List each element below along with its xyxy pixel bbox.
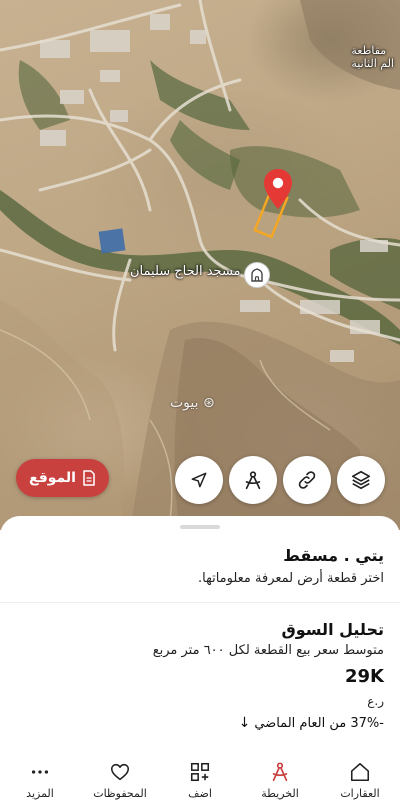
more-dots-icon [28, 760, 52, 784]
navigation-arrow-icon [191, 472, 207, 488]
bottom-navigation: العقارات الخريطة اضف المحفوظات المزيد [0, 752, 400, 812]
divider [0, 602, 400, 603]
nav-label-saved: المحفوظات [93, 787, 147, 800]
satellite-map[interactable]: مقاطعة الم الثانية مسجد الحاج سليمان ⊛ ب… [0, 0, 400, 530]
sheet-drag-handle[interactable] [180, 525, 220, 529]
region-label-line2: الم الثانية [351, 57, 394, 70]
nav-label-map: الخريطة [261, 787, 299, 800]
layers-button[interactable] [337, 456, 385, 504]
mosque-marker[interactable] [244, 262, 270, 288]
region-label: مقاطعة الم الثانية [351, 44, 394, 70]
price-change-row: ر.ع [359, 694, 384, 708]
share-link-button[interactable] [283, 456, 331, 504]
measure-button[interactable] [229, 456, 277, 504]
nav-item-saved[interactable]: المحفوظات [80, 752, 160, 800]
nav-item-properties[interactable]: العقارات [320, 752, 400, 800]
location-button[interactable]: الموقع [16, 459, 109, 497]
price-value: 29K [345, 666, 384, 687]
nav-label-properties: العقارات [340, 787, 380, 800]
market-analysis-description: متوسط سعر بيع القطعة لكل ٦٠٠ متر مربع [152, 643, 384, 658]
measure-icon [245, 471, 261, 490]
mosque-icon [251, 268, 263, 282]
yearly-change-text: -37% من العام الماضي [254, 715, 384, 731]
heart-icon [108, 760, 132, 784]
nav-item-map[interactable]: الخريطة [240, 752, 320, 800]
document-icon [83, 470, 95, 486]
watermark-text: بيوت [170, 395, 199, 411]
location-title: يتي . مسقط [283, 546, 384, 565]
market-analysis-title: تحليل السوق [281, 620, 384, 639]
price-currency: ر.ع [367, 694, 384, 708]
down-arrow-icon: ↓ [238, 715, 251, 731]
link-icon [298, 471, 316, 489]
average-price: 29K [345, 666, 384, 687]
yearly-change-row: -37% من العام الماضي ↓ [239, 715, 384, 731]
layers-icon [351, 470, 371, 490]
nav-label-more: المزيد [26, 787, 54, 800]
mosque-label: مسجد الحاج سليمان [130, 264, 241, 279]
region-label-line1: مقاطعة [351, 44, 387, 57]
map-icon [268, 760, 292, 784]
location-pin-icon[interactable] [262, 168, 294, 210]
watermark-logo-icon: ⊛ [203, 395, 215, 411]
home-icon [348, 760, 372, 784]
location-button-label: الموقع [29, 470, 76, 486]
my-location-button[interactable] [175, 456, 223, 504]
add-grid-icon [188, 760, 212, 784]
nav-item-add[interactable]: اضف [160, 752, 240, 800]
nav-item-more[interactable]: المزيد [0, 752, 80, 800]
watermark: ⊛ بيوت [170, 395, 215, 411]
nav-label-add: اضف [188, 787, 212, 800]
location-subtitle: اختر قطعة أرض لمعرفة معلوماتها. [198, 571, 384, 586]
